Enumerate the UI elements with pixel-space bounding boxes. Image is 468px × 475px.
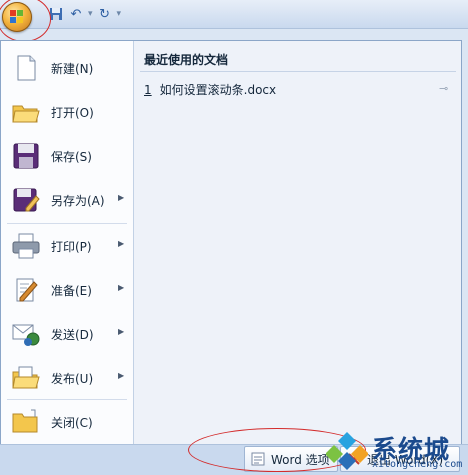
pin-icon[interactable]: ⊸: [439, 82, 448, 95]
save-disk-icon: [11, 142, 41, 170]
submenu-arrow-icon: ▶: [118, 239, 125, 248]
qat-icons: ↶ ▾ ↻ ▾: [48, 5, 121, 23]
submenu-arrow-icon: ▶: [118, 327, 125, 336]
menu-commands: 新建(N) 打开(O) 保存(S) 另存为(A) ▶ 打印(P) ▶ 准备(E)…: [1, 41, 134, 445]
annotation-circle-office-button: [0, 0, 51, 42]
watermark: 系统城 xitongcheng.com: [322, 424, 468, 474]
watermark-logo-icon: [326, 432, 368, 470]
recent-document-index: 1: [144, 83, 152, 97]
printer-icon: [11, 232, 41, 260]
submenu-arrow-icon: ▶: [118, 371, 125, 380]
menu-item-publish[interactable]: 发布(U) ▶: [1, 357, 133, 399]
recent-documents-panel: 最近使用的文档 1 如何设置滚动条.docx ⊸: [134, 41, 461, 445]
menu-item-label: 保存(S): [51, 150, 92, 164]
menu-item-label: 新建(N): [51, 62, 94, 76]
menu-item-print[interactable]: 打印(P) ▶: [1, 225, 133, 267]
new-document-icon: [11, 54, 41, 82]
menu-item-label: 发布(U): [51, 372, 94, 386]
menu-item-label: 发送(D): [51, 328, 94, 342]
prepare-icon: [11, 276, 41, 304]
close-folder-icon: [11, 408, 41, 436]
undo-icon[interactable]: ↶: [68, 6, 84, 22]
submenu-arrow-icon: ▶: [118, 193, 125, 202]
quick-access-toolbar: ↶ ▾ ↻ ▾: [0, 0, 468, 29]
undo-dropdown-icon[interactable]: ▾: [88, 9, 93, 19]
submenu-arrow-icon: ▶: [118, 283, 125, 292]
save-as-icon: [11, 186, 41, 214]
open-folder-icon: [11, 98, 41, 126]
publish-icon: [11, 364, 41, 392]
menu-item-save[interactable]: 保存(S): [1, 135, 133, 177]
menu-divider: [7, 223, 127, 224]
menu-item-label: 打印(P): [51, 240, 92, 254]
menu-item-prepare[interactable]: 准备(E) ▶: [1, 269, 133, 311]
menu-item-label: 关闭(C): [51, 416, 93, 430]
menu-item-new[interactable]: 新建(N): [1, 47, 133, 89]
menu-item-close[interactable]: 关闭(C): [1, 401, 133, 443]
customize-icon[interactable]: ▾: [117, 9, 122, 19]
menu-item-label: 打开(O): [51, 106, 94, 120]
recent-divider: [140, 71, 456, 72]
recent-documents-title: 最近使用的文档: [144, 53, 229, 67]
menu-divider: [7, 399, 127, 400]
watermark-url: xitongcheng.com: [372, 459, 463, 470]
menu-item-send[interactable]: 发送(D) ▶: [1, 313, 133, 355]
menu-item-save-as[interactable]: 另存为(A) ▶: [1, 179, 133, 221]
recent-document-name: 如何设置滚动条.docx: [159, 83, 277, 97]
menu-item-open[interactable]: 打开(O): [1, 91, 133, 133]
redo-icon[interactable]: ↻: [97, 6, 113, 22]
office-menu: 新建(N) 打开(O) 保存(S) 另存为(A) ▶ 打印(P) ▶ 准备(E)…: [0, 40, 462, 446]
menu-item-label: 准备(E): [51, 284, 92, 298]
send-icon: [11, 320, 41, 348]
recent-document-item[interactable]: 1 如何设置滚动条.docx: [144, 81, 276, 98]
menu-item-label: 另存为(A): [51, 194, 105, 208]
